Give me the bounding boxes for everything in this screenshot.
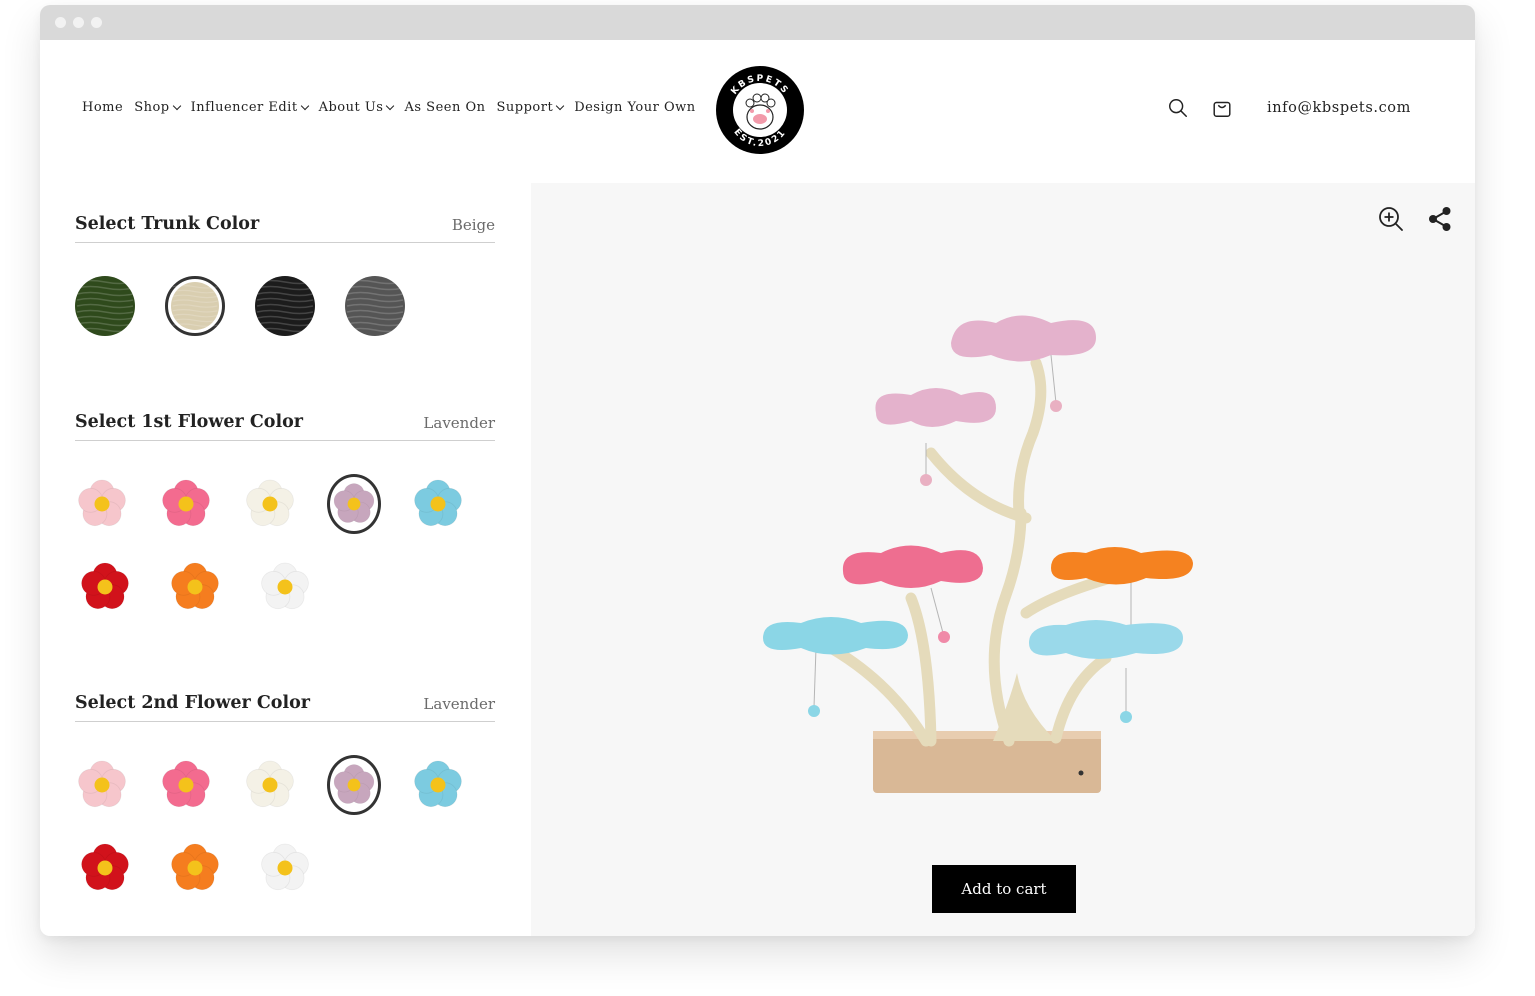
flower-color-swatch[interactable] <box>75 474 129 534</box>
window-control-maximize[interactable] <box>91 17 102 28</box>
nav-item-about-us[interactable]: About Us <box>318 100 395 115</box>
browser-window: Home Shop Influencer Edit About Us As Seen O… <box>40 5 1475 936</box>
flower-color-swatch[interactable] <box>75 838 135 898</box>
flower-color-swatch[interactable] <box>411 474 465 534</box>
flower1-color-header: Select 1st Flower Color Lavender <box>75 406 495 441</box>
options-panel: Select Trunk Color Beige Select 1st Flow… <box>75 183 495 898</box>
chevron-down-icon <box>555 101 565 110</box>
trunk-swatch-row <box>75 276 495 336</box>
flower-color-swatch[interactable] <box>75 557 135 617</box>
search-icon[interactable] <box>1167 97 1189 119</box>
flower-icon <box>333 764 375 804</box>
selected-color-value: Lavender <box>423 414 495 432</box>
flower-icon <box>162 760 210 808</box>
kbspets-logo[interactable]: KBSPETS EST.2021 <box>715 65 805 155</box>
flower-color-swatch[interactable] <box>159 755 213 815</box>
trunk-color-section: Select Trunk Color Beige <box>75 208 495 336</box>
trunk-color-swatch[interactable] <box>165 276 225 336</box>
chevron-down-icon <box>300 101 309 110</box>
flower-color-swatch[interactable] <box>243 474 297 534</box>
section-title: Select 1st Flower Color <box>75 412 303 432</box>
flower2-color-section: Select 2nd Flower Color Lavender <box>75 687 495 898</box>
flower-icon <box>246 479 294 527</box>
zoom-in-icon[interactable] <box>1377 205 1405 233</box>
nav-item-home[interactable]: Home <box>82 100 123 115</box>
flower-color-swatch[interactable] <box>255 838 315 898</box>
nav-item-label: About Us <box>318 100 384 115</box>
flower1-swatch-grid <box>75 474 495 617</box>
trunk-color-swatch[interactable] <box>345 276 405 336</box>
flower-color-swatch[interactable] <box>159 474 213 534</box>
nav-item-label: As Seen On <box>404 100 486 115</box>
flower-color-swatch[interactable] <box>75 755 129 815</box>
paw-icon <box>745 93 776 130</box>
flower-icon <box>414 760 462 808</box>
swatch-row <box>75 474 495 534</box>
site-header: Home Shop Influencer Edit About Us As Seen O… <box>40 40 1475 183</box>
flower-color-swatch[interactable] <box>243 755 297 815</box>
section-title: Select 2nd Flower Color <box>75 693 311 713</box>
chevron-down-icon <box>386 101 395 110</box>
flower-color-swatch[interactable] <box>165 838 225 898</box>
flower-icon <box>261 843 309 891</box>
flower-color-swatch[interactable] <box>327 755 381 815</box>
window-control-minimize[interactable] <box>73 17 84 28</box>
nav-item-label: Support <box>496 100 554 115</box>
flower-icon <box>171 562 219 610</box>
swatch-row <box>75 755 495 815</box>
share-icon[interactable] <box>1426 205 1454 233</box>
cart-icon[interactable] <box>1211 97 1233 119</box>
flower-icon <box>414 479 462 527</box>
trunk-color-header: Select Trunk Color Beige <box>75 208 495 243</box>
nav-item-label: Influencer Edit <box>190 100 298 115</box>
selected-color-value: Lavender <box>423 695 495 713</box>
trunk-color-swatch[interactable] <box>75 276 135 336</box>
flower-icon <box>81 843 129 891</box>
nav-item-label: Home <box>82 100 124 115</box>
nav-item-label: Shop <box>134 100 170 115</box>
chevron-down-icon <box>172 101 181 110</box>
swatch-row <box>75 838 495 898</box>
rope-texture-icon <box>255 276 315 336</box>
flower2-swatch-grid <box>75 755 495 898</box>
swatch-row <box>75 557 495 617</box>
email-link[interactable]: info@kbspets.com <box>1267 100 1411 116</box>
header-tools: info@kbspets.com <box>1167 97 1411 119</box>
flower-icon <box>78 479 126 527</box>
flower1-color-section: Select 1st Flower Color Lavender <box>75 406 495 617</box>
flower-icon <box>78 760 126 808</box>
flower-color-swatch[interactable] <box>327 474 381 534</box>
nav-item-label: Design Your Own <box>574 100 696 115</box>
nav-item-support[interactable]: Support <box>496 100 565 115</box>
product-preview: Add to cart <box>531 183 1475 936</box>
main-nav: Home Shop Influencer Edit About Us As Seen O… <box>82 100 707 115</box>
flower-icon <box>162 479 210 527</box>
flower-color-swatch[interactable] <box>255 557 315 617</box>
trunk-color-swatch[interactable] <box>255 276 315 336</box>
section-title: Select Trunk Color <box>75 214 260 234</box>
nav-item-influencer-edit[interactable]: Influencer Edit <box>190 100 309 115</box>
flower-icon <box>81 562 129 610</box>
flower-icon <box>171 843 219 891</box>
add-to-cart-button[interactable]: Add to cart <box>932 865 1076 913</box>
flower-color-swatch[interactable] <box>411 755 465 815</box>
rope-texture-icon <box>345 276 405 336</box>
selected-color-value: Beige <box>451 216 495 234</box>
flower-color-swatch[interactable] <box>165 557 225 617</box>
flower-icon <box>261 562 309 610</box>
cat-tree-product-image <box>763 315 1193 793</box>
nav-item-shop[interactable]: Shop <box>134 100 181 115</box>
nav-item-design-your-own[interactable]: Design Your Own <box>574 100 695 115</box>
flower-icon <box>333 483 375 523</box>
window-control-close[interactable] <box>55 17 66 28</box>
flower2-color-header: Select 2nd Flower Color Lavender <box>75 687 495 722</box>
window-titlebar <box>40 5 1475 40</box>
rope-texture-icon <box>75 276 135 336</box>
nav-item-as-seen-on[interactable]: As Seen On <box>404 100 485 115</box>
flower-icon <box>246 760 294 808</box>
rope-texture-icon <box>171 282 219 330</box>
